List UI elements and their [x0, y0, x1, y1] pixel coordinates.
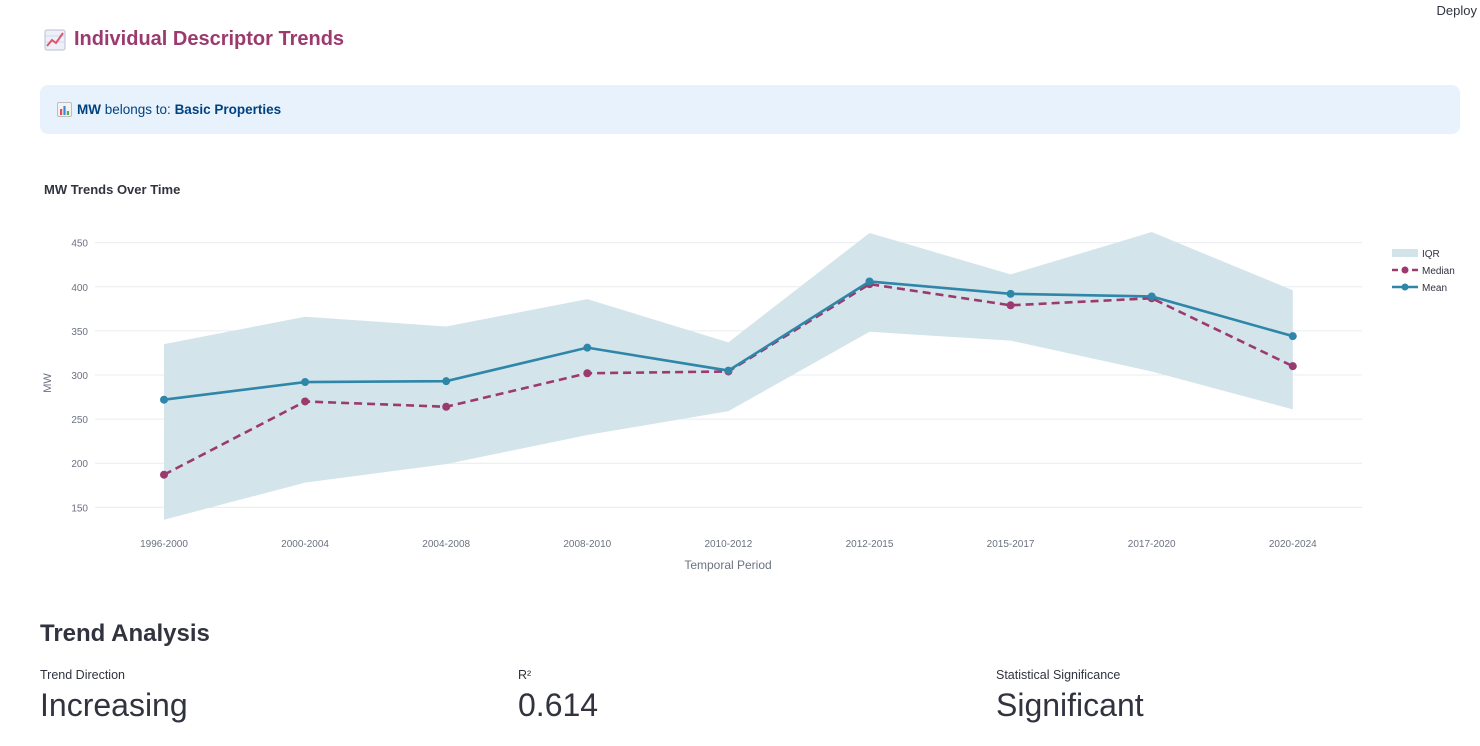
legend-marker-mean — [1401, 283, 1409, 291]
metric-label: Trend Direction — [40, 668, 125, 682]
legend-label-median: Median — [1422, 266, 1455, 277]
point-mean — [724, 366, 733, 375]
x-tick-label: 2008-2010 — [563, 539, 611, 550]
point-mean — [160, 395, 168, 404]
x-tick-label: 2000-2004 — [281, 539, 329, 550]
legend-marker-median — [1401, 266, 1409, 274]
y-tick-label: 200 — [71, 459, 88, 470]
y-tick-label: 400 — [71, 283, 88, 294]
legend-swatch-iqr — [1392, 249, 1418, 257]
metric-value: 0.614 — [518, 687, 599, 723]
y-axis-title: MW — [42, 373, 54, 393]
point-mean — [442, 377, 451, 386]
y-tick-label: 150 — [71, 503, 88, 514]
x-tick-label: 2004-2008 — [422, 539, 470, 550]
point-mean — [865, 277, 874, 286]
x-tick-label: 2010-2012 — [704, 539, 752, 550]
point-median — [442, 402, 451, 411]
legend-label-mean: Mean — [1422, 283, 1447, 294]
x-tick-label: 2012-2015 — [846, 539, 894, 550]
metric-label: R² — [518, 668, 532, 682]
metric-trend-direction: Trend Direction Increasing — [40, 668, 188, 724]
trend-analysis-title: Trend Analysis — [40, 620, 210, 647]
metric-label: Statistical Significance — [996, 668, 1121, 682]
point-median — [1288, 362, 1297, 371]
x-tick-label: 2015-2017 — [987, 539, 1035, 550]
point-mean — [583, 343, 592, 352]
point-median — [160, 470, 168, 479]
point-median — [583, 369, 592, 378]
metric-value: Significant — [996, 687, 1144, 723]
legend-label-iqr: IQR — [1422, 249, 1440, 260]
y-tick-label: 350 — [71, 327, 88, 338]
x-tick-label: 1996-2000 — [140, 539, 188, 550]
point-mean — [1006, 289, 1015, 298]
point-mean — [1147, 292, 1156, 301]
iqr-band — [164, 232, 1293, 520]
x-axis-title: Temporal Period — [684, 558, 771, 572]
metric-statistical-significance: Statistical Significance Significant — [996, 668, 1144, 724]
y-tick-label: 450 — [71, 239, 88, 250]
metric-r-squared: R² 0.614 — [518, 668, 598, 724]
x-tick-label: 2020-2024 — [1269, 539, 1317, 550]
y-tick-label: 300 — [71, 371, 88, 382]
point-median — [301, 397, 310, 406]
point-median — [1006, 301, 1015, 310]
point-mean — [1288, 332, 1297, 341]
x-tick-label: 2017-2020 — [1128, 539, 1176, 550]
y-tick-label: 250 — [71, 415, 88, 426]
point-mean — [301, 378, 310, 387]
trend-chart[interactable]: 150 200 250 300 350 400 450 1996-2000 2000-2004 2… — [0, 0, 1480, 600]
metric-value: Increasing — [40, 687, 188, 723]
